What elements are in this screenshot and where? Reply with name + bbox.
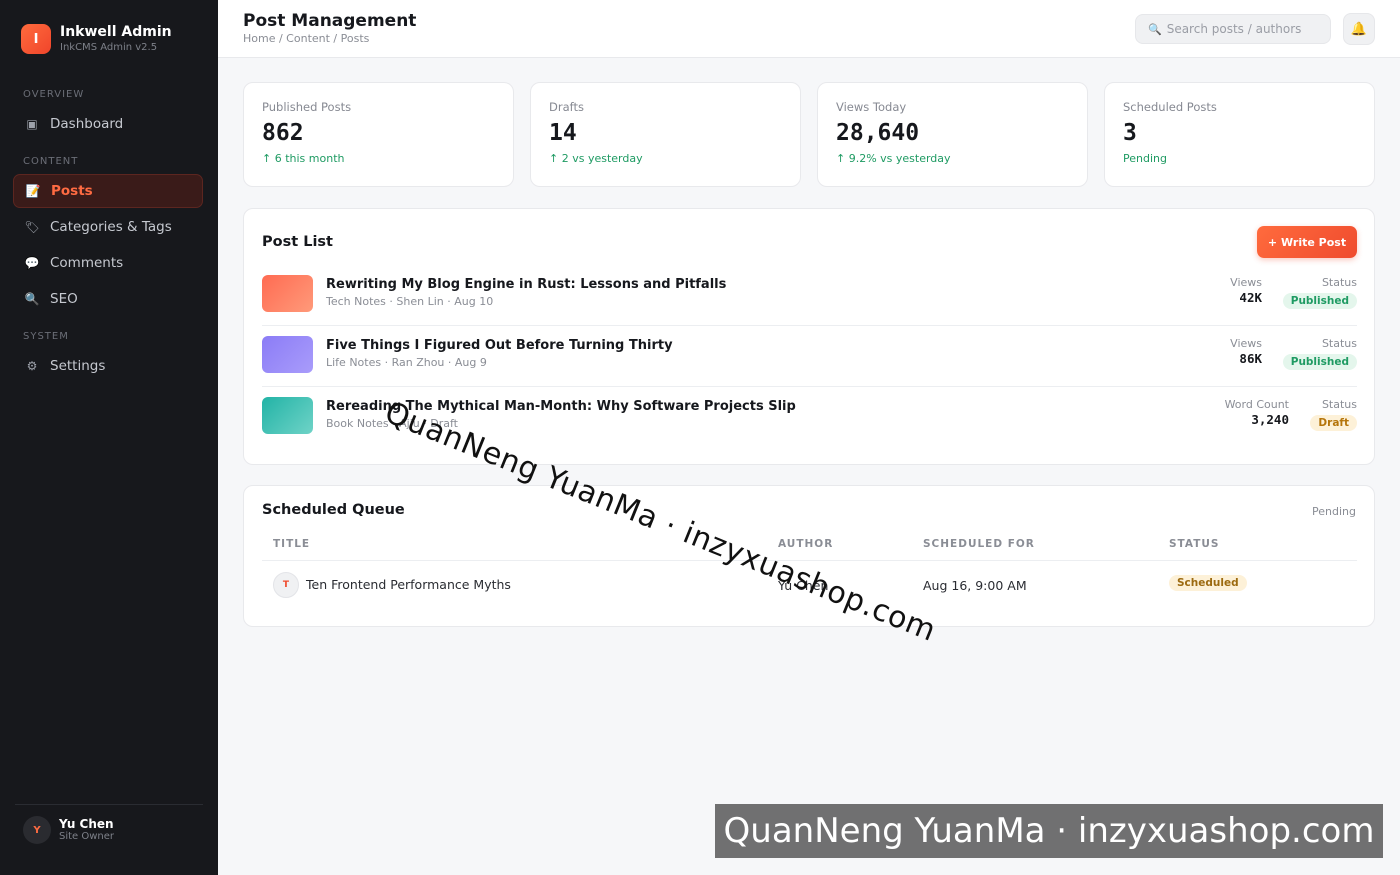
post-row[interactable]: Rewriting My Blog Engine in Rust: Lesson…	[262, 265, 1357, 326]
write-post-button[interactable]: + Write Post	[1257, 226, 1357, 258]
breadcrumb[interactable]: Home / Content / Posts	[243, 32, 369, 45]
stat-value: 862	[262, 120, 304, 146]
brand-logo: I	[21, 24, 51, 54]
metric-label: Views	[1230, 276, 1262, 289]
nav-section-system: SYSTEM	[23, 331, 69, 342]
post-status: Status Published	[1282, 337, 1357, 370]
sidebar-item-label: Posts	[51, 183, 93, 199]
sidebar: I Inkwell Admin InkCMS Admin v2.5 OVERVI…	[0, 0, 218, 875]
status-badge: Published	[1282, 293, 1357, 309]
nav-section-content: CONTENT	[23, 156, 79, 167]
post-metric: Word Count 3,240	[1225, 398, 1289, 427]
stat-card-drafts: Drafts 14 ↑ 2 vs yesterday	[530, 82, 801, 187]
queue-row-title[interactable]: Ten Frontend Performance Myths	[306, 577, 511, 592]
column-header-scheduled[interactable]: SCHEDULED FOR	[923, 538, 1035, 550]
post-title[interactable]: Rewriting My Blog Engine in Rust: Lesson…	[326, 277, 726, 292]
bell-icon: 🔔	[1350, 21, 1368, 37]
brand-version: InkCMS Admin v2.5	[60, 42, 158, 53]
post-list-title: Post List	[262, 234, 333, 250]
stat-card-published: Published Posts 862 ↑ 6 this month	[243, 82, 514, 187]
post-title[interactable]: Five Things I Figured Out Before Turning…	[326, 338, 673, 353]
queue-title: Scheduled Queue	[262, 502, 405, 518]
column-header-status[interactable]: STATUS	[1169, 538, 1219, 550]
post-thumbnail	[262, 397, 313, 434]
nav-section-overview: OVERVIEW	[23, 89, 85, 100]
queue-row-scheduled: Aug 16, 9:00 AM	[923, 578, 1027, 593]
stat-value: 3	[1123, 120, 1137, 146]
post-metric: Views 42K	[1230, 276, 1262, 305]
sidebar-item-seo[interactable]: 🔍 SEO	[13, 282, 203, 316]
post-thumbnail	[262, 336, 313, 373]
sidebar-item-label: SEO	[50, 291, 78, 307]
status-label: Status	[1321, 398, 1357, 411]
post-meta: Tech Notes · Shen Lin · Aug 10	[326, 295, 494, 308]
post-row[interactable]: Five Things I Figured Out Before Turning…	[262, 326, 1357, 387]
sidebar-item-label: Comments	[50, 255, 124, 271]
sidebar-item-posts[interactable]: 📝 Posts	[13, 174, 203, 208]
stat-delta: Pending	[1123, 152, 1167, 165]
sidebar-item-label: Settings	[50, 358, 106, 374]
status-label: Status	[1321, 276, 1357, 289]
status-badge: Published	[1282, 354, 1357, 370]
sidebar-item-label: Categories & Tags	[50, 219, 172, 235]
user-name: Yu Chen	[59, 816, 114, 831]
magnifier-icon: 🔍	[24, 292, 40, 306]
metric-value: 42K	[1239, 290, 1262, 305]
speech-bubble-icon: 💬	[24, 256, 40, 270]
table-divider	[262, 560, 1357, 561]
divider	[15, 804, 203, 805]
search-icon: 🔍	[1148, 22, 1162, 36]
stat-label: Drafts	[549, 100, 584, 114]
column-header-author[interactable]: AUTHOR	[778, 538, 833, 550]
sidebar-item-dashboard[interactable]: ▣ Dashboard	[13, 107, 203, 141]
post-metric: Views 86K	[1230, 337, 1262, 366]
brand[interactable]: I Inkwell Admin InkCMS Admin v2.5	[21, 24, 172, 54]
post-status: Status Published	[1282, 276, 1357, 309]
stat-card-scheduled: Scheduled Posts 3 Pending	[1104, 82, 1375, 187]
stat-value: 14	[549, 120, 577, 146]
stat-value: 28,640	[836, 120, 920, 146]
stat-delta: ↑ 6 this month	[262, 152, 345, 165]
dashboard-icon: ▣	[26, 117, 38, 131]
stat-card-views: Views Today 28,640 ↑ 9.2% vs yesterday	[817, 82, 1088, 187]
search-input[interactable]: 🔍 Search posts / authors	[1135, 14, 1331, 44]
sidebar-item-categories-tags[interactable]: 🏷 Categories & Tags	[13, 210, 203, 244]
scheduled-queue-card: Scheduled Queue Pending TITLE AUTHOR SCH…	[243, 485, 1375, 627]
post-status: Status Draft	[1310, 398, 1357, 431]
stat-label: Published Posts	[262, 100, 352, 114]
post-thumbnail	[262, 275, 313, 312]
watermark-banner: QuanNeng YuanMa · inzyxuashop.com	[715, 804, 1383, 858]
gear-icon: ⚙	[26, 359, 38, 373]
sidebar-item-comments[interactable]: 💬 Comments	[13, 246, 203, 280]
status-badge: Draft	[1310, 415, 1357, 431]
post-meta: Life Notes · Ran Zhou · Aug 9	[326, 356, 487, 369]
sidebar-item-label: Dashboard	[50, 116, 124, 132]
notifications-button[interactable]: 🔔	[1343, 13, 1375, 45]
metric-value: 3,240	[1251, 412, 1289, 427]
brand-name: Inkwell Admin	[60, 24, 172, 40]
sidebar-item-settings[interactable]: ⚙ Settings	[13, 349, 203, 383]
stat-label: Views Today	[836, 100, 907, 114]
topbar: Post Management Home / Content / Posts 🔍…	[218, 0, 1400, 58]
avatar: T	[273, 572, 299, 598]
user-profile[interactable]: Y Yu Chen Site Owner	[23, 816, 114, 844]
avatar: Y	[23, 816, 51, 844]
stat-delta: ↑ 9.2% vs yesterday	[836, 152, 951, 165]
status-label: Status	[1321, 337, 1357, 350]
metric-label: Word Count	[1224, 398, 1289, 411]
metric-value: 86K	[1239, 351, 1262, 366]
page-title: Post Management	[243, 11, 417, 31]
stat-delta: ↑ 2 vs yesterday	[549, 152, 643, 165]
memo-icon: 📝	[25, 184, 41, 198]
search-placeholder: Search posts / authors	[1166, 22, 1302, 36]
user-role: Site Owner	[59, 830, 115, 842]
column-header-title[interactable]: TITLE	[273, 538, 310, 550]
metric-label: Views	[1230, 337, 1262, 350]
queue-pending-label: Pending	[1312, 505, 1356, 518]
tag-icon: 🏷	[24, 220, 40, 234]
stat-label: Scheduled Posts	[1123, 100, 1217, 114]
status-badge: Scheduled	[1169, 575, 1247, 591]
